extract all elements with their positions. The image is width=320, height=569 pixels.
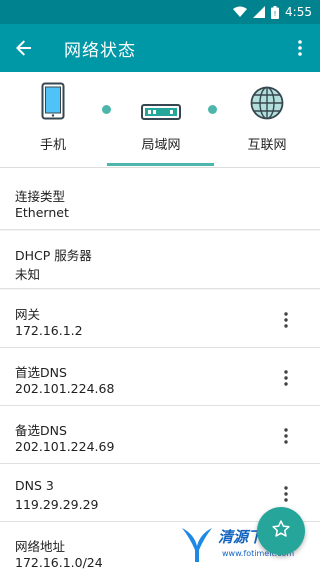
page-title: 网络状态 (64, 40, 136, 61)
list-item[interactable]: 备选DNS 202.101.224.69 (0, 406, 320, 464)
tab-lan[interactable]: 局域网 (128, 72, 194, 168)
connector-dot (102, 105, 111, 114)
globe-icon (250, 72, 284, 124)
tab-internet[interactable]: 互联网 (234, 72, 300, 168)
list-item[interactable]: 首选DNS 202.101.224.68 (0, 348, 320, 406)
item-value: 172.16.1.0/24 (15, 555, 103, 569)
router-icon (141, 72, 181, 124)
item-value: 119.29.29.29 (15, 497, 99, 512)
more-vert-icon[interactable] (278, 426, 294, 446)
list-item: DHCP 服务器 未知 (0, 231, 320, 289)
network-tabs: 手机 局域网 互联网 (0, 72, 320, 168)
tab-label: 手机 (39, 138, 66, 153)
tab-label: 互联网 (247, 138, 287, 153)
item-key: DHCP 服务器 (15, 248, 92, 263)
list-item[interactable]: 网关 172.16.1.2 (0, 290, 320, 348)
app-bar: 网络状态 (0, 24, 320, 72)
status-bar: ! 4:55 (0, 0, 320, 24)
arrow-back-icon[interactable] (0, 24, 48, 72)
battery-icon: ! (271, 5, 280, 19)
item-value: 202.101.224.68 (15, 381, 115, 396)
more-vert-icon[interactable] (278, 310, 294, 330)
star-icon (271, 519, 291, 543)
tab-phone[interactable]: 手机 (20, 72, 86, 168)
connector-dot (208, 105, 217, 114)
status-time: 4:55 (285, 5, 312, 19)
more-vert-icon[interactable] (286, 34, 314, 62)
list-item: 连接类型 Ethernet (0, 172, 320, 230)
selected-tab-indicator (107, 163, 214, 166)
signal-icon (253, 6, 266, 18)
item-key: 备选DNS (15, 423, 67, 438)
item-value: 未知 (15, 267, 41, 282)
phone-icon (41, 72, 65, 124)
item-key: 网关 (15, 307, 41, 322)
item-value: 202.101.224.69 (15, 439, 115, 454)
watermark-logo-icon (182, 528, 212, 562)
item-value: Ethernet (15, 205, 69, 220)
item-key: 首选DNS (15, 365, 67, 380)
item-value: 172.16.1.2 (15, 323, 83, 338)
svg-text:!: ! (274, 10, 277, 18)
item-key: DNS 3 (15, 478, 54, 493)
favorite-fab-button[interactable] (257, 507, 305, 555)
more-vert-icon[interactable] (278, 484, 294, 504)
item-key: 网络地址 (15, 539, 66, 554)
more-vert-icon[interactable] (278, 368, 294, 388)
item-key: 连接类型 (15, 189, 66, 204)
wifi-icon (233, 6, 248, 18)
tab-label: 局域网 (141, 138, 181, 153)
